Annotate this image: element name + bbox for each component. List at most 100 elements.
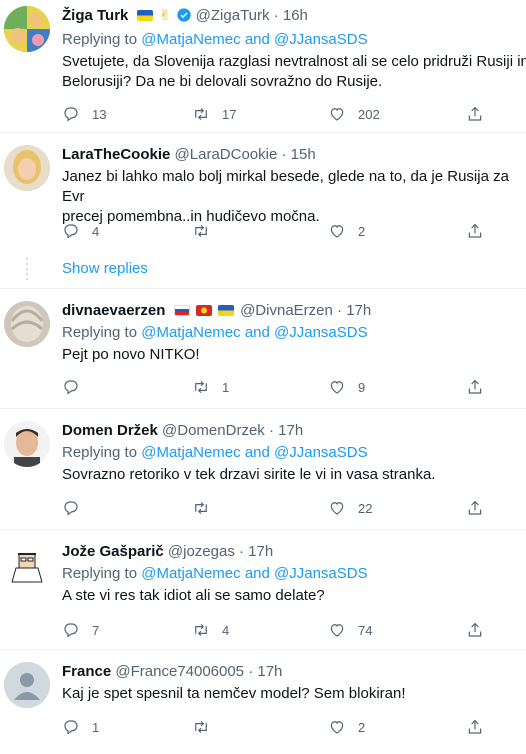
retweet-icon — [192, 378, 210, 396]
user-handle[interactable]: @ZigaTurk — [196, 7, 270, 24]
display-name[interactable]: Jože Gašparič — [62, 543, 164, 560]
mention-link[interactable]: @JJansaSDS — [274, 324, 368, 341]
reply-button[interactable]: 4 — [62, 221, 99, 241]
tweet-actions: 22 — [62, 498, 492, 518]
like-count: 74 — [358, 622, 373, 638]
tweet[interactable]: LaraTheCookie @LaraDCookie · 15h Janez b… — [0, 133, 526, 288]
timestamp[interactable]: 15h — [291, 146, 316, 163]
reply-and-label: and — [244, 324, 270, 341]
separator-dot: · — [337, 302, 343, 319]
timestamp[interactable]: 17h — [257, 663, 282, 680]
like-button[interactable]: 2 — [328, 717, 365, 737]
display-name[interactable]: divnaevaerzen — [62, 302, 165, 319]
tweet-text: Kaj je spet spesnil ta nemčev model? Sem… — [62, 685, 406, 702]
retweet-icon — [192, 105, 210, 123]
display-name[interactable]: Žiga Turk — [62, 7, 128, 24]
share-button[interactable] — [466, 104, 484, 124]
tweet-text: Svetujete, da Slovenija razglasi nevtral… — [62, 53, 526, 90]
timestamp[interactable]: 17h — [278, 422, 303, 439]
tweet[interactable]: Žiga Turk ✌ @ZigaTurk · 16h Replying to … — [0, 0, 526, 132]
mention-link[interactable]: @JJansaSDS — [274, 31, 368, 48]
display-name[interactable]: Domen Držek — [62, 422, 158, 439]
like-button[interactable]: 22 — [328, 498, 372, 518]
replying-to: Replying to @MatjaNemec and @JJansaSDS — [62, 323, 526, 343]
share-button[interactable] — [466, 221, 484, 241]
tweet[interactable]: Domen Držek @DomenDrzek · 17h Replying t… — [0, 409, 526, 530]
reply-button[interactable]: 7 — [62, 620, 99, 640]
reply-and-label: and — [244, 565, 270, 582]
retweet-button[interactable]: 1 — [192, 377, 229, 397]
timestamp[interactable]: 16h — [283, 7, 308, 24]
reply-and-label: and — [244, 31, 270, 48]
reply-button[interactable]: 1 — [62, 717, 99, 737]
like-icon — [328, 621, 346, 639]
mention-link[interactable]: @MatjaNemec — [141, 324, 240, 341]
avatar[interactable] — [4, 301, 50, 347]
timestamp[interactable]: 17h — [248, 543, 273, 560]
mention-link[interactable]: @MatjaNemec — [141, 444, 240, 461]
avatar-photo-icon — [4, 145, 50, 191]
reply-count: 1 — [92, 719, 100, 735]
reply-icon — [62, 222, 80, 240]
separator-dot: · — [239, 543, 244, 560]
tweet-header: France @France74006005 · 17h — [62, 662, 526, 682]
like-count: 202 — [358, 106, 380, 122]
tweet-text: Pejt po novo NITKO! — [62, 346, 200, 363]
reply-button[interactable] — [62, 377, 92, 397]
share-icon — [466, 105, 484, 123]
reply-count: 7 — [92, 622, 100, 638]
avatar[interactable] — [4, 6, 50, 52]
avatar[interactable] — [4, 145, 50, 191]
share-button[interactable] — [466, 620, 484, 640]
retweet-count: 4 — [222, 622, 230, 638]
flag-ukraine-icon — [217, 305, 234, 316]
like-button[interactable]: 9 — [328, 377, 365, 397]
user-handle[interactable]: @LaraDCookie — [175, 146, 278, 163]
retweet-button[interactable] — [192, 717, 222, 737]
like-button[interactable]: 74 — [328, 620, 372, 640]
like-count: 2 — [358, 223, 366, 239]
like-button[interactable]: 202 — [328, 104, 380, 124]
share-button[interactable] — [466, 498, 484, 518]
user-handle[interactable]: @DivnaErzen — [240, 302, 333, 319]
share-icon — [466, 222, 484, 240]
retweet-count: 17 — [222, 106, 237, 122]
share-button[interactable] — [466, 717, 484, 737]
avatar[interactable] — [4, 421, 50, 467]
tweet[interactable]: Jože Gašparič @jozegas · 17h Replying to… — [0, 530, 526, 650]
thread-line — [26, 258, 28, 280]
user-handle[interactable]: @jozegas — [168, 543, 235, 560]
timestamp[interactable]: 17h — [346, 302, 371, 319]
like-button[interactable]: 2 — [328, 221, 365, 241]
retweet-button[interactable] — [192, 498, 222, 518]
tweet[interactable]: divnaevaerzen @DivnaErzen · 17h Replying… — [0, 289, 526, 409]
retweet-button[interactable]: 4 — [192, 620, 229, 640]
user-handle[interactable]: @DomenDrzek — [162, 422, 265, 439]
tweet[interactable]: France @France74006005 · 17h Kaj je spet… — [0, 650, 526, 754]
reply-button[interactable]: 13 — [62, 104, 106, 124]
replying-to: Replying to @MatjaNemec and @JJansaSDS — [62, 30, 526, 50]
mention-link[interactable]: @JJansaSDS — [274, 444, 368, 461]
like-count: 2 — [358, 719, 366, 735]
reply-icon — [62, 499, 80, 517]
mention-link[interactable]: @MatjaNemec — [141, 31, 240, 48]
show-replies-link[interactable]: Show replies — [62, 259, 148, 279]
mention-link[interactable]: @JJansaSDS — [274, 565, 368, 582]
display-name[interactable]: France — [62, 663, 111, 680]
flag-macedonia-icon — [195, 305, 212, 316]
separator-dot: · — [248, 663, 254, 680]
mention-link[interactable]: @MatjaNemec — [141, 565, 240, 582]
tweet-header: Domen Držek @DomenDrzek · 17h — [62, 421, 526, 441]
share-button[interactable] — [466, 377, 484, 397]
share-icon — [466, 378, 484, 396]
replying-to: Replying to @MatjaNemec and @JJansaSDS — [62, 564, 526, 584]
share-icon — [466, 621, 484, 639]
display-name[interactable]: LaraTheCookie — [62, 146, 170, 163]
retweet-button[interactable] — [192, 221, 222, 241]
retweet-button[interactable]: 17 — [192, 104, 236, 124]
user-handle[interactable]: @France74006005 — [115, 663, 244, 680]
retweet-icon — [192, 222, 210, 240]
avatar[interactable] — [4, 542, 50, 588]
reply-button[interactable] — [62, 498, 92, 518]
avatar[interactable] — [4, 662, 50, 708]
